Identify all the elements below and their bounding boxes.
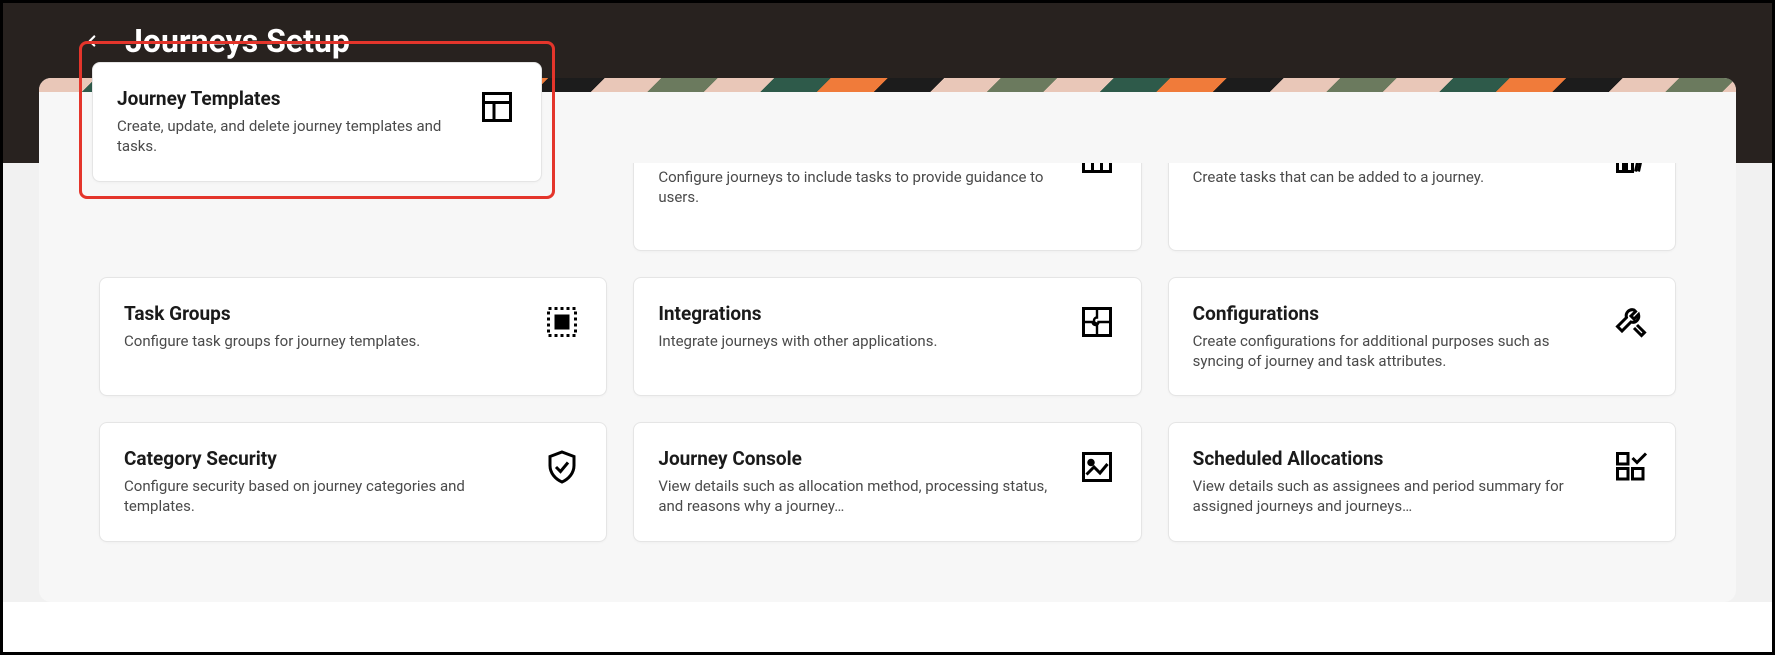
- card-desc: Configure journeys to include tasks to p…: [658, 167, 1058, 208]
- card-task-groups[interactable]: Task Groups Configure task groups for jo…: [99, 277, 607, 397]
- card-scheduled-allocations[interactable]: Scheduled Allocations View details such …: [1168, 422, 1676, 542]
- card-desc: Configure security based on journey cate…: [124, 476, 524, 517]
- card-journey-console[interactable]: Journey Console View details such as all…: [633, 422, 1141, 542]
- analytics-icon: [1077, 447, 1117, 487]
- card-title: Journey Templates: [117, 87, 459, 110]
- card-desc: Create configurations for additional pur…: [1193, 331, 1593, 372]
- puzzle-icon: [1077, 302, 1117, 342]
- card-desc: View details such as assignees and perio…: [1193, 476, 1593, 517]
- card-title: Integrations: [658, 302, 1058, 325]
- select-all-icon: [542, 302, 582, 342]
- card-desc: View details such as allocation method, …: [658, 476, 1058, 517]
- setup-card-grid: Journey Templates Create, update, and de…: [99, 113, 1676, 542]
- card-desc: Configure task groups for journey templa…: [124, 331, 524, 351]
- card-desc: Integrate journeys with other applicatio…: [658, 331, 1058, 351]
- card-desc: Create, update, and delete journey templ…: [117, 116, 459, 157]
- shield-check-icon: [542, 447, 582, 487]
- card-title: Journey Console: [658, 447, 1058, 470]
- tools-icon: [1611, 302, 1651, 342]
- card-title: Scheduled Allocations: [1193, 447, 1593, 470]
- grid-check-icon: [1611, 447, 1651, 487]
- card-desc: Create tasks that can be added to a jour…: [1193, 167, 1593, 187]
- card-title: Task Groups: [124, 302, 524, 325]
- highlight-journey-templates: Journey Templates Create, update, and de…: [79, 41, 555, 199]
- card-title: Category Security: [124, 447, 524, 470]
- card-category-security[interactable]: Category Security Configure security bas…: [99, 422, 607, 542]
- layout-icon: [477, 87, 517, 127]
- card-journey-templates[interactable]: Journey Templates Create, update, and de…: [92, 62, 542, 182]
- card-integrations[interactable]: Integrations Integrate journeys with oth…: [633, 277, 1141, 397]
- card-title: Configurations: [1193, 302, 1593, 325]
- card-configurations[interactable]: Configurations Create configurations for…: [1168, 277, 1676, 397]
